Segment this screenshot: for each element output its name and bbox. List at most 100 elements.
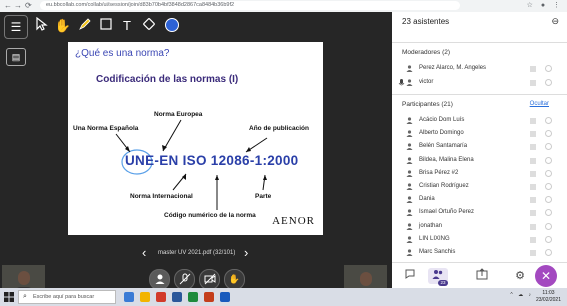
clock-date: 23/02/2021 xyxy=(535,297,561,303)
status-icon xyxy=(545,222,552,230)
list-item[interactable]: Acácio Dom Luís xyxy=(406,116,556,126)
divider xyxy=(392,42,567,43)
windows-start-icon[interactable] xyxy=(4,292,14,302)
camera-status-icon xyxy=(530,170,536,177)
label-norma-internacional: Norma Internacional xyxy=(130,193,193,200)
share-content-icon[interactable] xyxy=(472,268,492,284)
taskbar-app-icon[interactable] xyxy=(220,292,230,302)
moderator-name: victor xyxy=(419,79,434,85)
label-norma-europea: Norma Europea xyxy=(154,111,203,118)
back-icon[interactable]: ← xyxy=(4,1,12,10)
status-icon xyxy=(545,117,552,124)
list-item[interactable]: jonathan xyxy=(406,222,556,232)
status-icon xyxy=(545,65,552,72)
system-tray-icons[interactable]: ^ ☁ ♪ xyxy=(510,292,533,298)
text-tool-icon[interactable]: T xyxy=(118,17,136,35)
taskbar-app-icon[interactable] xyxy=(140,292,150,302)
taskbar-search-input[interactable]: ⌕ Escribe aquí para buscar xyxy=(18,290,116,304)
raise-hand-icon[interactable]: ✋ xyxy=(224,269,245,290)
taskbar-app-icon[interactable] xyxy=(188,292,198,302)
slide-title: Codificación de las normas (I) xyxy=(96,74,239,85)
annotation-toolbar: ☰ ✋ T xyxy=(0,12,392,42)
chat-icon[interactable] xyxy=(400,268,420,284)
camera-status-icon xyxy=(530,250,536,256)
list-item[interactable]: Belén Santamaría xyxy=(406,142,556,152)
taskbar-clock[interactable]: 11:03 23/02/2021 xyxy=(536,290,561,304)
taskbar-app-icon[interactable] xyxy=(172,292,182,302)
browser-extension-icons[interactable]: ☆ ● ⋮ xyxy=(527,1,563,9)
list-item[interactable]: Alberto Domingo xyxy=(406,129,556,139)
person-icon xyxy=(406,117,413,124)
pointer-tool-icon[interactable] xyxy=(32,16,50,35)
attendees-header: 23 asistentes xyxy=(402,17,450,26)
taskbar-app-icon[interactable] xyxy=(156,292,166,302)
next-slide-icon[interactable]: › xyxy=(244,242,248,264)
list-item[interactable]: Perez Alarco, M. Angeles xyxy=(406,64,556,74)
participant-name: Marc Sanchis xyxy=(419,249,456,255)
close-panel-icon[interactable]: ✕ xyxy=(535,265,557,287)
settings-icon[interactable]: ⚙ xyxy=(510,268,530,284)
forward-icon[interactable]: → xyxy=(14,1,22,10)
search-placeholder: Escribe aquí para buscar xyxy=(33,294,95,300)
taskbar-app-icon[interactable] xyxy=(124,292,134,302)
attendees-tab-icon[interactable]: 23 xyxy=(428,268,448,286)
presentation-stage: ☰ ✋ T ▤ ¿Qué es una norma? Codificación … xyxy=(0,12,392,298)
label-parte: Parte xyxy=(255,193,272,200)
list-item[interactable]: victor xyxy=(398,78,556,88)
person-icon xyxy=(406,196,413,204)
participant-name: Ismael Ortuño Perez xyxy=(419,209,475,216)
panel-options-icon[interactable]: ⊖ xyxy=(551,16,559,27)
person-icon xyxy=(406,79,413,86)
participant-name: Brisa Pérez #2 xyxy=(419,169,459,176)
camera-status-icon xyxy=(530,210,536,217)
presentation-slide: ¿Qué es una norma? Codificación de las n… xyxy=(68,42,323,235)
hide-participants-link[interactable]: Ocultar xyxy=(530,101,549,107)
participant-name: Dania xyxy=(419,196,435,203)
list-item[interactable]: LIN LIXING xyxy=(406,235,556,245)
person-icon xyxy=(406,183,413,190)
clock-time: 11:03 xyxy=(542,290,555,296)
status-icon xyxy=(545,209,552,217)
list-item[interactable]: Dania xyxy=(406,195,556,205)
participant-name: Alberto Domingo xyxy=(419,130,464,137)
camera-status-icon xyxy=(530,80,536,86)
label-una-norma-espanola: Una Norma Española xyxy=(73,125,139,132)
panel-footer: 23 ⚙ ✕ xyxy=(392,262,567,289)
shape-tool-icon[interactable] xyxy=(97,17,115,35)
pen-tool-icon[interactable] xyxy=(76,17,94,35)
status-icon xyxy=(545,143,552,151)
color-picker-icon[interactable] xyxy=(163,17,181,35)
search-icon: ⌕ xyxy=(23,293,27,300)
mute-mic-icon[interactable] xyxy=(174,269,195,290)
person-icon xyxy=(406,156,413,164)
person-icon xyxy=(406,209,413,217)
status-icon xyxy=(545,249,552,256)
participants-label: Participantes (21) xyxy=(402,101,453,108)
attendees-count-badge: 23 xyxy=(438,280,448,286)
previous-slide-icon[interactable]: ‹ xyxy=(142,242,146,264)
slides-panel-icon[interactable]: ▤ xyxy=(6,48,26,66)
divider xyxy=(392,94,567,95)
pager-page: (32/101) xyxy=(213,250,236,256)
pager-filename: master UV 2021.pdf xyxy=(158,250,212,256)
camera-off-icon[interactable] xyxy=(199,269,220,290)
taskbar-app-icon[interactable] xyxy=(204,292,214,302)
list-item[interactable]: Ismael Ortuño Perez xyxy=(406,208,556,218)
list-item[interactable]: Brisa Pérez #2 xyxy=(406,169,556,179)
status-icon xyxy=(545,183,552,190)
menu-icon[interactable]: ☰ xyxy=(4,15,28,39)
reload-icon[interactable]: ⟳ xyxy=(25,1,32,10)
eraser-tool-icon[interactable] xyxy=(140,17,158,35)
list-item[interactable]: Marc Sanchis xyxy=(406,248,556,258)
label-codigo-numerico: Código numérico de la norma xyxy=(164,212,256,219)
avatar[interactable] xyxy=(149,269,170,290)
camera-status-icon xyxy=(530,144,536,151)
address-bar[interactable]: eu.bbcollab.com/collab/ui/session/join/d… xyxy=(40,1,460,10)
list-item[interactable]: Bildea, Malina Elena xyxy=(406,156,556,166)
moderator-name: Perez Alarco, M. Angeles xyxy=(419,65,487,71)
hand-tool-icon[interactable]: ✋ xyxy=(54,17,72,35)
camera-status-icon xyxy=(530,184,536,190)
participant-name: LIN LIXING xyxy=(419,235,450,242)
participant-name: Cristian Rodríguez xyxy=(419,183,469,189)
list-item[interactable]: Cristian Rodríguez xyxy=(406,182,556,192)
